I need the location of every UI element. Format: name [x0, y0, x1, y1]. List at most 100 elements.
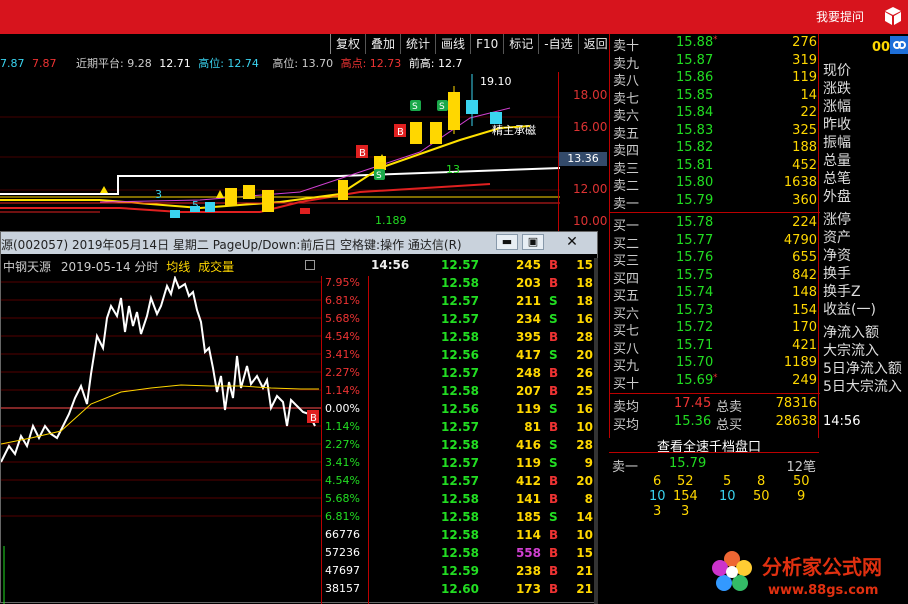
- order-book-row[interactable]: 卖十 15.88 * 276: [610, 35, 820, 54]
- tick-row[interactable]: 14:56 12.57 245 B 15: [371, 258, 597, 276]
- level-price: 15.83: [676, 122, 714, 138]
- view-all-button[interactable]: 查看全速千档盘口: [609, 436, 819, 455]
- tick-volume: 114: [515, 528, 541, 542]
- current-price-marker: 13.36: [559, 152, 607, 166]
- kline-chart[interactable]: B B S S S 19.10 1.189 精主承磁 13 3 5: [0, 72, 560, 232]
- tick-side: S: [549, 294, 558, 308]
- chart-toolbar: 复权 叠加 统计 画线 F10 标记 -自选 返回: [330, 34, 613, 54]
- order-book-row[interactable]: 卖三 15.81 452: [610, 158, 820, 177]
- lower-level-label: 卖一: [612, 460, 639, 475]
- level-price: 15.73: [676, 302, 714, 318]
- toolbar-item[interactable]: -自选: [538, 34, 577, 54]
- toolbar-item[interactable]: F10: [470, 34, 503, 54]
- tick-list[interactable]: 14:56 12.57 245 B 15 12.58 203 B 18 12.57 211 S 18 12…: [371, 258, 597, 604]
- tick-row[interactable]: 12.57 211 S 18: [371, 294, 597, 312]
- tick-row[interactable]: 12.58 207 B 25: [371, 384, 597, 402]
- lower-book-cell: 10: [649, 489, 666, 504]
- order-book-row[interactable]: 卖一 15.79 360: [610, 193, 820, 212]
- order-book-row[interactable]: 买八 15.71 421: [610, 337, 820, 357]
- tick-row[interactable]: 12.58 395 B 28: [371, 330, 597, 348]
- panel-toggle-icon[interactable]: [305, 260, 315, 270]
- level-price: 15.86: [676, 70, 714, 85]
- tick-row[interactable]: 12.57 248 B 26: [371, 366, 597, 384]
- close-button[interactable]: ✕: [550, 233, 594, 252]
- lower-level-count: 12笔: [786, 460, 816, 475]
- tick-volume: 395: [515, 330, 541, 344]
- tick-row[interactable]: 12.60 173 B 21: [371, 582, 597, 600]
- level-price: 15.69: [676, 372, 714, 388]
- level-label: 买八: [613, 341, 640, 357]
- tick-row[interactable]: 12.57 412 B 20: [371, 474, 597, 492]
- level-volume: 421: [792, 337, 817, 353]
- order-book-row[interactable]: 卖八 15.86 119: [610, 70, 820, 89]
- flower-icon: [712, 551, 752, 591]
- tick-price: 12.59: [441, 564, 479, 578]
- order-book-row[interactable]: 卖七 15.85 14: [610, 88, 820, 107]
- quote-field-label: 涨幅: [823, 99, 851, 115]
- svg-text:B: B: [397, 127, 404, 138]
- tick-row[interactable]: 12.58 203 B 18: [371, 276, 597, 294]
- order-book-row[interactable]: 卖四 15.82 188: [610, 140, 820, 159]
- link-icon[interactable]: [890, 36, 908, 54]
- order-book-row[interactable]: 买六 15.73 154: [610, 302, 820, 322]
- toolbar-item[interactable]: 复权: [330, 34, 365, 54]
- tick-row[interactable]: 12.57 234 S 16: [371, 312, 597, 330]
- percent-label: 6.81%: [325, 294, 360, 307]
- intraday-chart[interactable]: B: [1, 276, 321, 604]
- tick-count: 14: [576, 510, 593, 524]
- tick-price: 12.58: [441, 330, 479, 344]
- tick-row[interactable]: 12.58 558 B 15: [371, 546, 597, 564]
- tick-price: 12.57: [441, 456, 479, 470]
- value-3: 高位: 12.74: [198, 57, 259, 70]
- tick-side: B: [549, 564, 559, 578]
- order-book-row[interactable]: 买三 15.76 655: [610, 250, 820, 269]
- maximize-button[interactable]: ▣: [522, 234, 544, 250]
- intraday-header: 中钢天源 2019-05-14 分时 均线 成交量: [1, 258, 371, 276]
- ask-question-link[interactable]: 我要提问: [816, 8, 864, 25]
- toolbar-item[interactable]: 叠加: [365, 34, 400, 54]
- lower-header: 卖一 15.79 12笔: [609, 456, 819, 475]
- order-book-row[interactable]: 买十 15.69 * 249: [610, 372, 820, 392]
- order-book-row[interactable]: 卖五 15.83 325: [610, 122, 820, 142]
- order-book-row[interactable]: 买九 15.70 1189: [610, 355, 820, 374]
- tick-row[interactable]: 12.58 141 B 8: [371, 492, 597, 510]
- level-price: 15.71: [676, 337, 714, 353]
- toolbar-item[interactable]: 画线: [435, 34, 470, 54]
- window-titlebar[interactable]: 源(002057) 2019年05月14日 星期二 PageUp/Down:前后…: [1, 232, 597, 254]
- level-label: 买十: [613, 376, 640, 392]
- order-book-row[interactable]: 卖九 15.87 319: [610, 53, 820, 72]
- quote-field-label: 现价: [823, 63, 851, 79]
- tick-side: S: [549, 312, 558, 326]
- level-volume: 655: [792, 250, 817, 265]
- tick-row[interactable]: 12.58 185 S 14: [371, 510, 597, 528]
- tick-row[interactable]: 12.58 114 B 10: [371, 528, 597, 546]
- lower-book-cell: 50: [793, 474, 810, 489]
- order-book-row[interactable]: 买二 15.77 4790: [610, 232, 820, 252]
- level-volume: 4790: [783, 232, 817, 248]
- order-book-row[interactable]: 卖六 15.84 22: [610, 105, 820, 124]
- tick-row[interactable]: 12.59 238 B 21: [371, 564, 597, 582]
- toolbar-item[interactable]: 返回: [577, 34, 613, 54]
- tick-row[interactable]: 12.56 119 S 16: [371, 402, 597, 420]
- order-book-row[interactable]: 买七 15.72 170: [610, 320, 820, 339]
- order-book-row[interactable]: 买四 15.75 842: [610, 268, 820, 287]
- order-book-row[interactable]: 买五 15.74 148: [610, 285, 820, 304]
- minimize-button[interactable]: ▬: [496, 234, 518, 250]
- order-book-row[interactable]: 卖二 15.80 1638: [610, 175, 820, 194]
- tick-scrollbar[interactable]: [594, 258, 598, 604]
- order-book-row[interactable]: 买一 15.78 224: [610, 215, 820, 234]
- quote-field-label: 大宗流入: [823, 343, 879, 359]
- tick-detail-window[interactable]: 源(002057) 2019年05月14日 星期二 PageUp/Down:前后…: [0, 231, 598, 604]
- tick-row[interactable]: 12.57 119 S 9: [371, 456, 597, 474]
- level-price: 15.88: [676, 35, 714, 50]
- site-logo: 分析家公式网 www.88gs.com: [712, 551, 882, 598]
- level-price: 15.72: [676, 320, 714, 335]
- tick-row[interactable]: 12.56 417 S 20: [371, 348, 597, 366]
- toolbar-item[interactable]: 统计: [400, 34, 435, 54]
- total-sell-label: 总卖: [716, 400, 743, 415]
- toolbar-item[interactable]: 标记: [503, 34, 538, 54]
- quote-field-label: 涨跌: [823, 81, 851, 97]
- cube-icon[interactable]: [884, 6, 902, 26]
- tick-row[interactable]: 12.57 81 B 10: [371, 420, 597, 438]
- tick-row[interactable]: 12.58 416 S 28: [371, 438, 597, 456]
